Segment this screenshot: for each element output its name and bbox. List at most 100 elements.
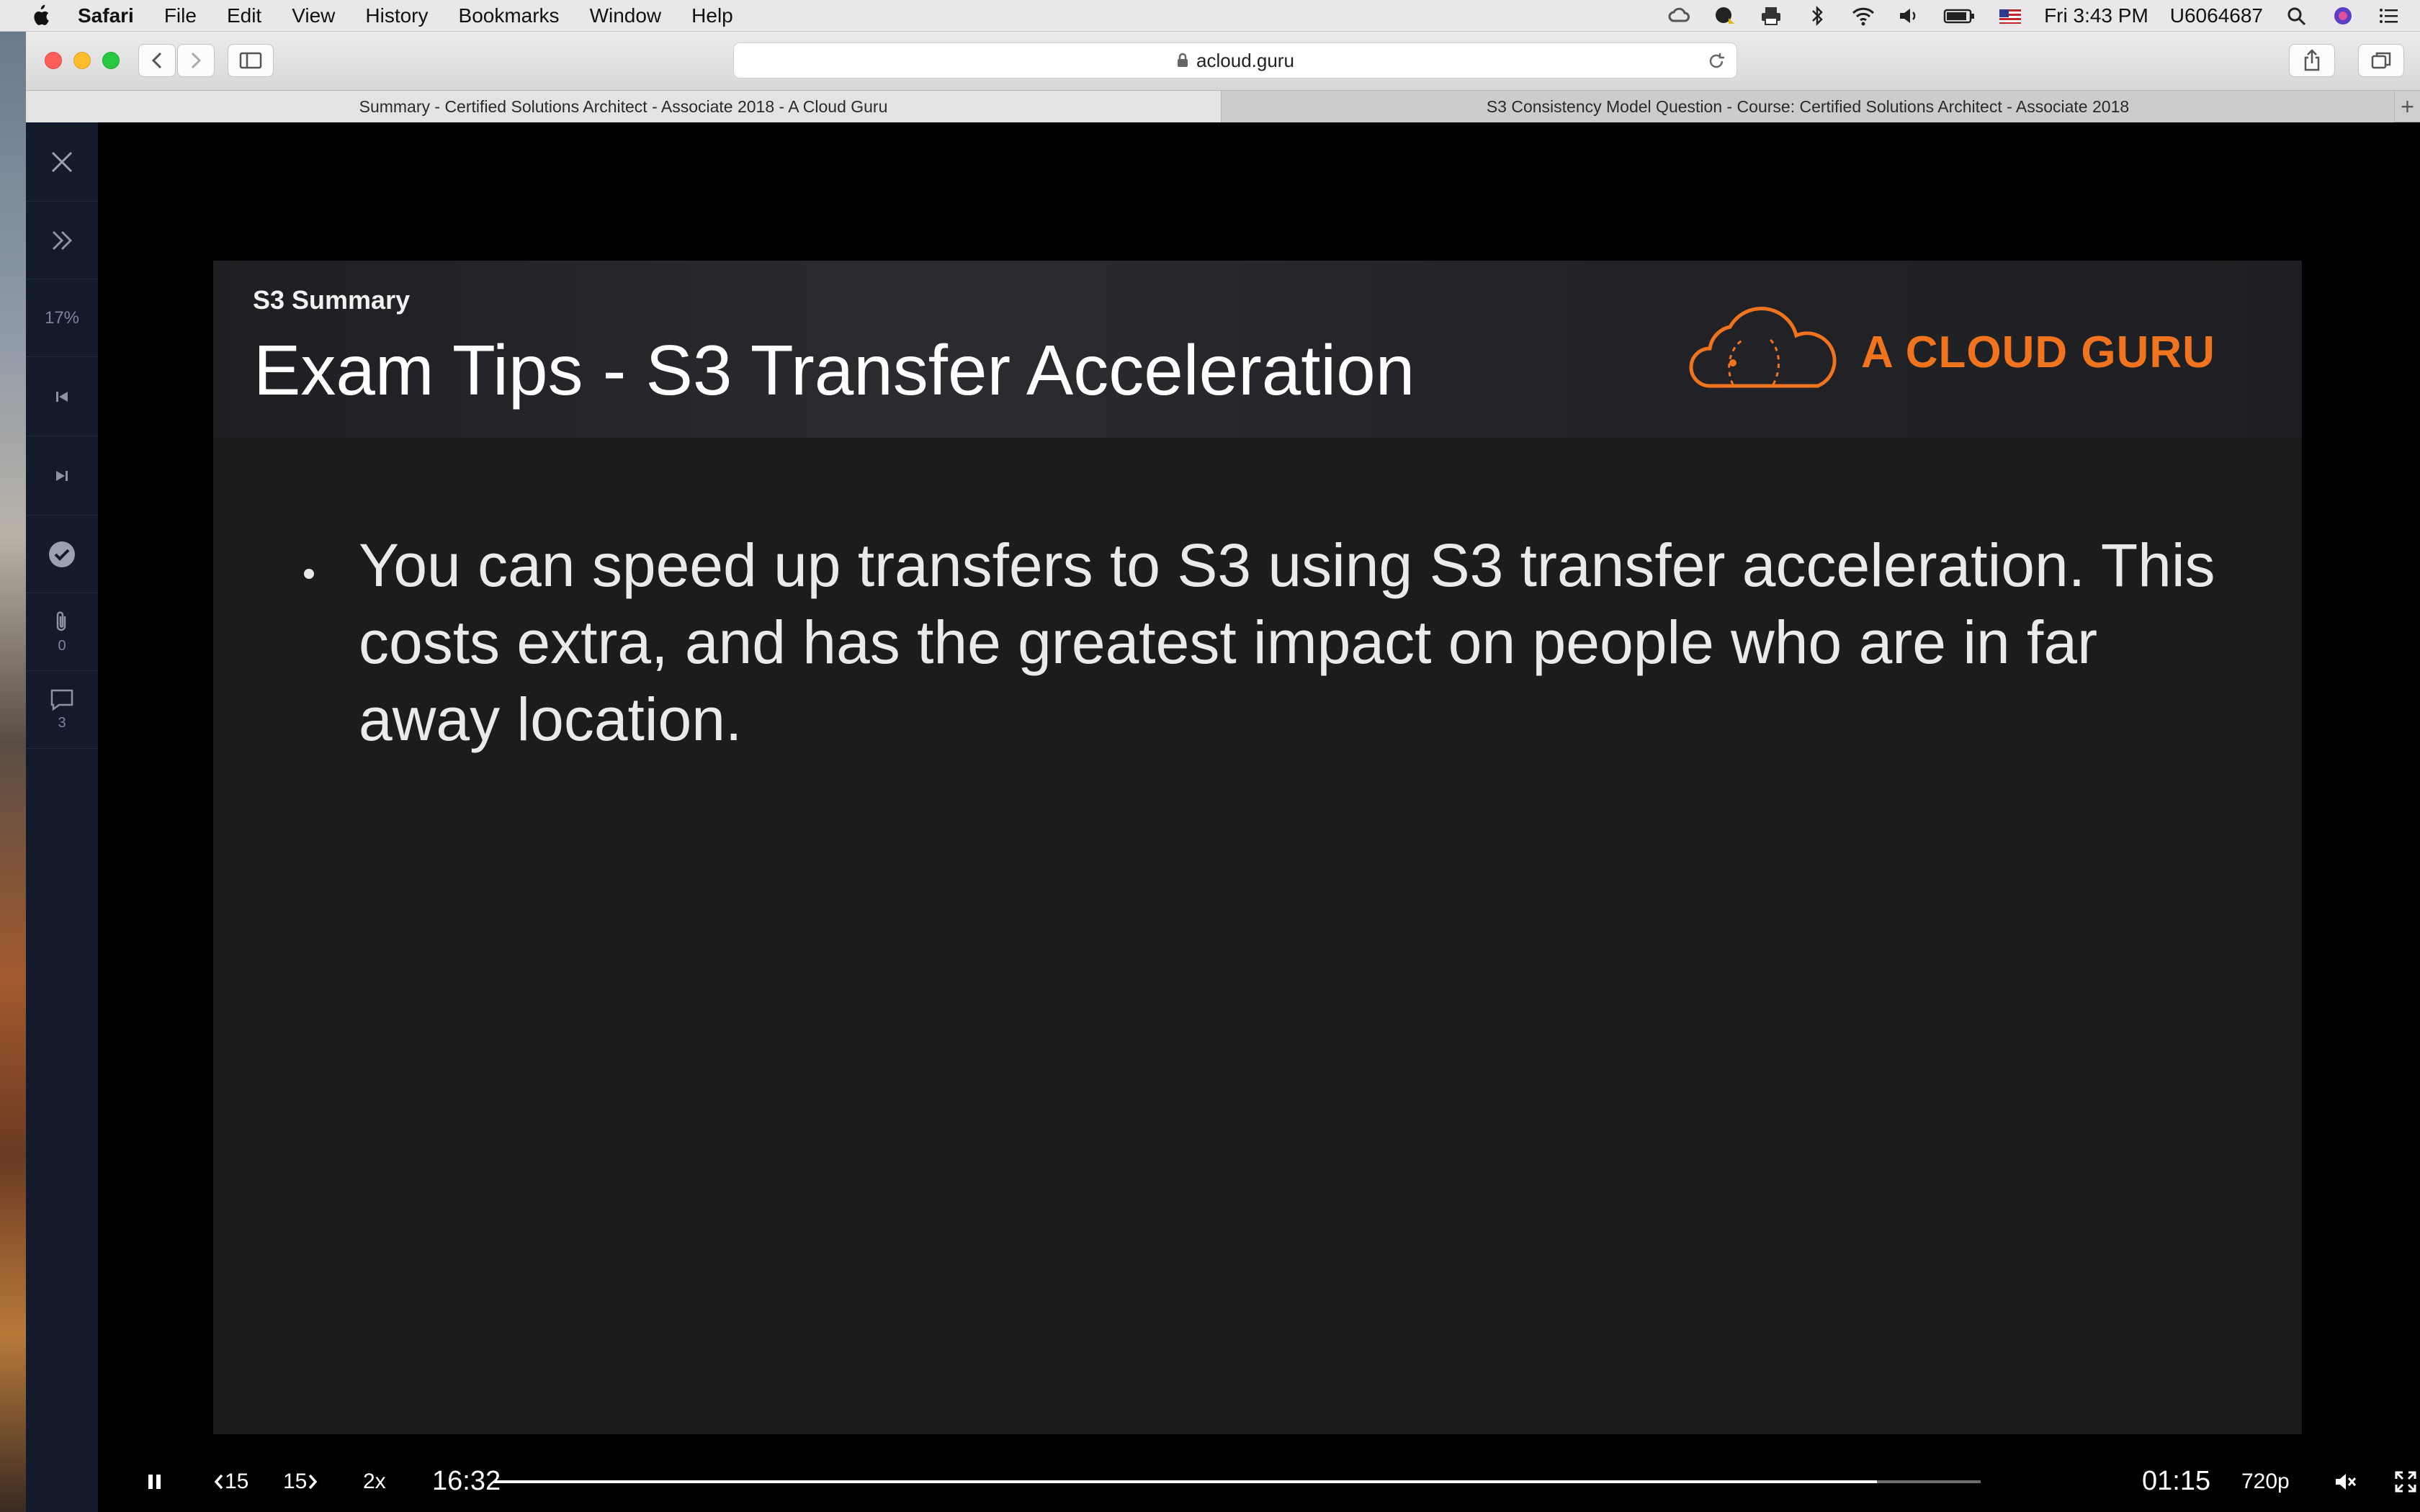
skip-next-icon xyxy=(56,470,68,481)
plus-icon: + xyxy=(2401,93,2414,120)
new-tab-button[interactable]: + xyxy=(2394,91,2420,122)
course-progress: 17% xyxy=(26,279,98,357)
menu-view[interactable]: View xyxy=(292,4,335,27)
tab-bar: Summary - Certified Solutions Architect … xyxy=(26,91,2420,122)
slide-bullet-text: You can speed up transfers to S3 using S… xyxy=(359,531,2215,753)
menu-history[interactable]: History xyxy=(365,4,428,27)
menu-bookmarks[interactable]: Bookmarks xyxy=(459,4,560,27)
safari-window: acloud.guru Summary - Certified Solution… xyxy=(26,32,2420,1512)
tab-title: S3 Consistency Model Question - Course: … xyxy=(1486,96,2130,116)
pause-icon xyxy=(148,1474,161,1489)
printer-icon[interactable] xyxy=(1759,5,1783,27)
bluetooth-icon[interactable] xyxy=(1805,5,1829,27)
forward-button[interactable] xyxy=(177,44,215,77)
lesson-sidebar: 17% 0 3 xyxy=(26,122,98,1512)
logo-text: A CLOUD GURU xyxy=(1861,327,2215,377)
next-lesson-button[interactable] xyxy=(26,436,98,516)
comments-button[interactable]: 3 xyxy=(26,671,98,749)
elapsed-time: 16:32 xyxy=(432,1451,501,1512)
close-window-button[interactable] xyxy=(45,52,62,69)
elapsed-time-value: 16:32 xyxy=(432,1466,501,1496)
share-button[interactable] xyxy=(2289,44,2335,77)
video-player: 17% 0 3 S3 Summary Exam Tips - S3 Transf… xyxy=(26,122,2420,1512)
status-area: Fri 3:43 PM U6064687 xyxy=(1667,0,2401,32)
attachments-button[interactable]: 0 xyxy=(26,593,98,671)
check-circle-icon xyxy=(49,541,75,567)
comments-count: 3 xyxy=(58,715,66,731)
comment-icon xyxy=(50,689,73,711)
remaining-time-value: 01:15 xyxy=(2142,1466,2211,1496)
chevron-right-icon xyxy=(191,52,202,69)
chevron-left-icon xyxy=(151,52,162,69)
creative-cloud-icon[interactable] xyxy=(1667,5,1691,27)
battery-icon[interactable] xyxy=(1943,5,1976,27)
lecture-slide: S3 Summary Exam Tips - S3 Transfer Accel… xyxy=(213,261,2302,1434)
player-controls: 15 15 2x 16:32 01:15 720p xyxy=(98,1451,2420,1512)
pause-button[interactable] xyxy=(145,1451,164,1512)
menu-edit[interactable]: Edit xyxy=(227,4,261,27)
us-flag-icon[interactable] xyxy=(1998,5,2022,27)
sidebar-toggle-button[interactable] xyxy=(228,44,274,77)
chevron-right-icon xyxy=(309,1474,318,1489)
tab-s3-consistency[interactable]: S3 Consistency Model Question - Course: … xyxy=(1222,91,2394,122)
menu-bar: Safari File Edit View History Bookmarks … xyxy=(0,0,2420,32)
minimize-window-button[interactable] xyxy=(73,52,91,69)
playback-speed-button[interactable]: 2x xyxy=(363,1451,386,1512)
rewind-15-button[interactable]: 15 xyxy=(213,1451,248,1512)
slide-title: Exam Tips - S3 Transfer Acceleration xyxy=(254,330,1415,410)
mute-button[interactable] xyxy=(2334,1451,2358,1512)
close-lesson-button[interactable] xyxy=(26,122,98,202)
lock-icon xyxy=(1178,53,1188,67)
menu-file[interactable]: File xyxy=(164,4,197,27)
back-button[interactable] xyxy=(138,44,176,77)
progress-bar[interactable] xyxy=(494,1480,1981,1483)
apple-icon[interactable] xyxy=(29,4,50,28)
menu-help[interactable]: Help xyxy=(691,4,733,27)
address-text: acloud.guru xyxy=(1196,49,1294,71)
wifi-icon[interactable] xyxy=(1851,5,1876,27)
sidebar-icon xyxy=(239,52,262,69)
progress-fill xyxy=(494,1480,1877,1483)
close-icon xyxy=(51,151,73,172)
spotlight-search-icon[interactable] xyxy=(2285,5,2309,27)
tab-summary[interactable]: Summary - Certified Solutions Architect … xyxy=(26,91,1222,122)
bullet-dot xyxy=(304,569,314,579)
previous-lesson-button[interactable] xyxy=(26,357,98,436)
mark-complete-button[interactable] xyxy=(26,516,98,593)
a-cloud-guru-logo: A CLOUD GURU xyxy=(1688,305,2236,399)
share-icon xyxy=(2304,49,2320,71)
rewind-label: 15 xyxy=(225,1469,249,1493)
forward-label: 15 xyxy=(283,1469,308,1493)
volume-icon[interactable] xyxy=(1897,5,1922,27)
address-bar[interactable]: acloud.guru xyxy=(733,42,1737,78)
attachments-count: 0 xyxy=(58,638,66,654)
playback-speed: 2x xyxy=(363,1469,386,1493)
reload-icon[interactable] xyxy=(1706,51,1726,71)
menu-clock[interactable]: Fri 3:43 PM xyxy=(2044,4,2148,27)
siri-icon[interactable] xyxy=(2331,5,2355,27)
desktop-wallpaper xyxy=(0,32,26,1512)
chevron-left-icon xyxy=(214,1474,223,1489)
notification-center-icon[interactable] xyxy=(2377,5,2401,27)
quality-value: 720p xyxy=(2241,1469,2290,1493)
menu-window[interactable]: Window xyxy=(590,4,662,27)
expand-sidebar-button[interactable] xyxy=(26,202,98,279)
zoom-window-button[interactable] xyxy=(102,52,120,69)
tabs-icon xyxy=(2371,52,2391,69)
tab-overview-button[interactable] xyxy=(2358,44,2404,77)
tab-title: Summary - Certified Solutions Architect … xyxy=(359,96,888,116)
remaining-time: 01:15 xyxy=(2142,1451,2210,1512)
fullscreen-button[interactable] xyxy=(2394,1451,2417,1512)
menu-app-safari[interactable]: Safari xyxy=(78,4,134,27)
app-status-icon[interactable] xyxy=(1713,5,1737,27)
quality-button[interactable]: 720p xyxy=(2241,1451,2290,1512)
browser-toolbar: acloud.guru xyxy=(26,32,2420,91)
paperclip-icon xyxy=(56,611,66,631)
forward-15-button[interactable]: 15 xyxy=(283,1451,318,1512)
slide-subtitle: S3 Summary xyxy=(253,285,411,315)
double-chevron-right-icon xyxy=(52,230,73,250)
volume-muted-icon xyxy=(2336,1473,2357,1490)
menu-user[interactable]: U6064687 xyxy=(2170,4,2263,27)
course-progress-value: 17% xyxy=(44,307,80,328)
skip-previous-icon xyxy=(56,391,68,402)
